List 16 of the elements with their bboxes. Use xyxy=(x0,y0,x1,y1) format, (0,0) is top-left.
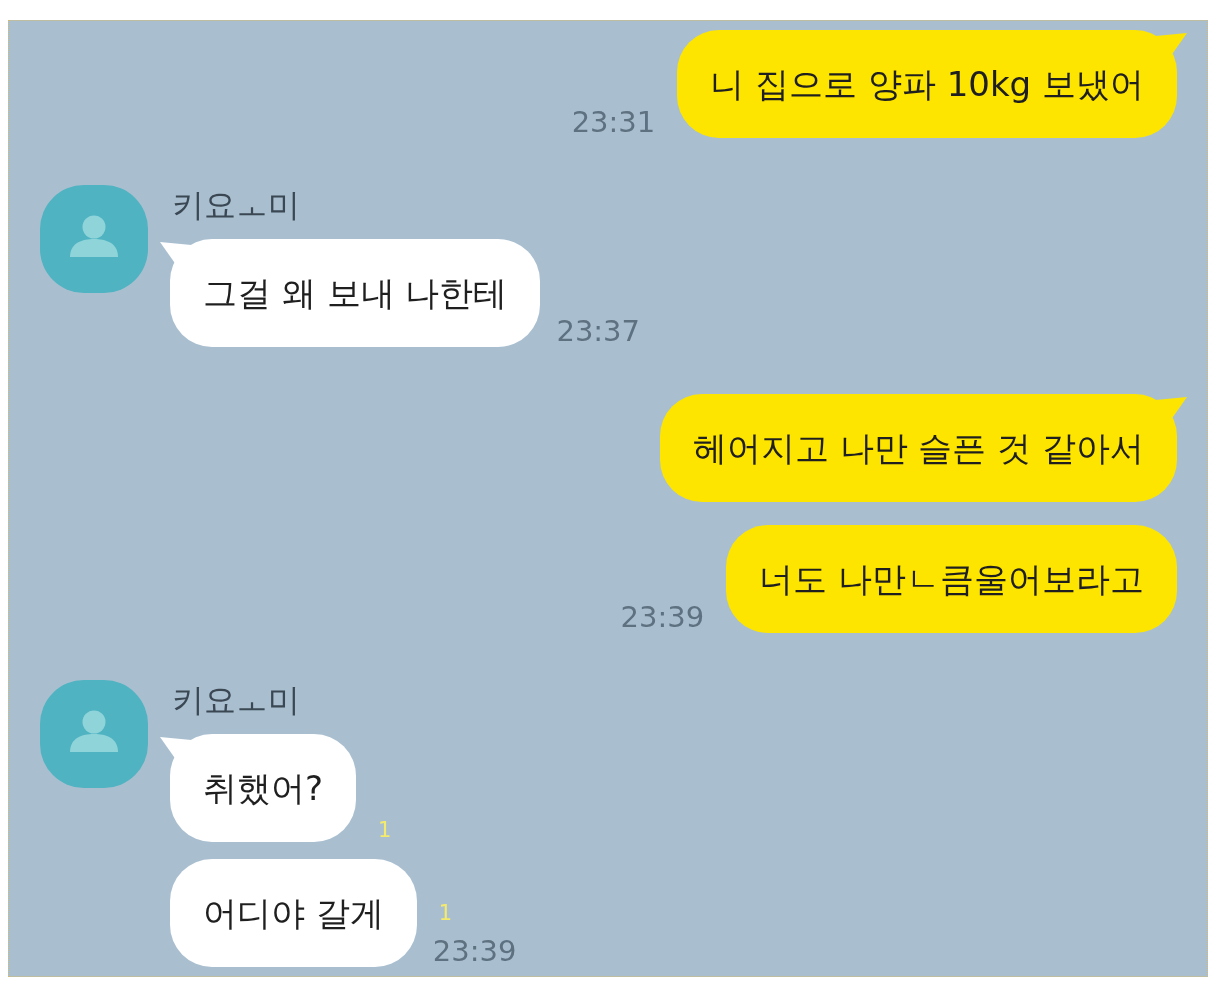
avatar-icon[interactable] xyxy=(40,680,148,788)
timestamp: 23:31 xyxy=(571,106,656,138)
timestamp: 23:37 xyxy=(556,315,640,347)
timestamp: 23:39 xyxy=(432,935,517,967)
message-bubble: 그걸 왜 보내 나한테 xyxy=(160,239,541,347)
avatar-icon[interactable] xyxy=(40,185,148,293)
sender-name: 키요ㅗ미 xyxy=(171,680,300,720)
message-bubble: 너도 나만ㄴ큼울어보라고 xyxy=(726,525,1177,633)
sender-name: 키요ㅗ미 xyxy=(171,185,300,225)
unread-count: 1 xyxy=(437,901,453,925)
unread-count: 1 xyxy=(377,818,392,842)
message-bubble: 취했어? xyxy=(160,734,357,842)
message-bubble: 니 집으로 양파 10kg 보냈어 xyxy=(677,30,1187,138)
message-bubble: 헤어지고 나만 슬픈 것 같아서 xyxy=(659,394,1187,502)
timestamp: 23:39 xyxy=(620,601,705,633)
message-bubble: 어디야 갈게 xyxy=(170,859,417,967)
